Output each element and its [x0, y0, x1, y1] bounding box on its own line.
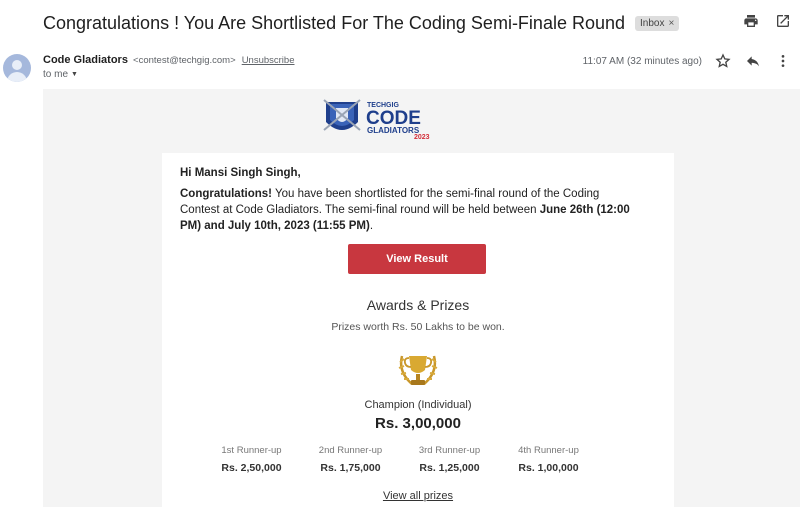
inbox-label-chip[interactable]: Inbox ×	[635, 15, 680, 31]
champion-amount: Rs. 3,00,000	[375, 415, 461, 432]
print-icon[interactable]	[742, 12, 760, 30]
recipient-text: to me	[43, 69, 69, 80]
champion-label: Champion (Individual)	[364, 399, 472, 411]
runner-up-amount: Rs. 1,00,000	[518, 462, 579, 474]
awards-title: Awards & Prizes	[366, 297, 470, 313]
subject-actions	[742, 12, 792, 30]
svg-text:2023: 2023	[414, 134, 430, 140]
runner-up-item: 3rd Runner-up Rs. 1,25,000	[400, 445, 499, 474]
code-gladiators-logo: TECHGIG CODE GLADIATORS 2023	[323, 99, 430, 140]
view-all-prizes-link[interactable]: View all prizes	[162, 490, 674, 502]
svg-text:GLADIATORS: GLADIATORS	[367, 126, 420, 135]
runners-up-list: 1st Runner-up Rs. 2,50,000 2nd Runner-up…	[202, 445, 622, 474]
trophy-icon	[398, 355, 438, 385]
runner-up-label: 2nd Runner-up	[318, 445, 383, 456]
unsubscribe-link[interactable]: Unsubscribe	[242, 55, 295, 66]
runner-up-item: 2nd Runner-up Rs. 1,75,000	[301, 445, 400, 474]
message-time: 11:07 AM (32 minutes ago)	[582, 55, 702, 67]
message-paragraph: Congratulations! You have been shortlist…	[180, 188, 630, 232]
view-result-button[interactable]: View Result	[348, 244, 486, 274]
subject-row: Congratulations ! You Are Shortlisted Fo…	[43, 10, 800, 36]
message-actions: 11:07 AM (32 minutes ago)	[583, 52, 792, 70]
greeting: Hi Mansi Singh Singh,	[180, 167, 301, 179]
inbox-label-text: Inbox	[640, 17, 665, 29]
recipient-line: to me ▼	[43, 69, 78, 80]
runner-up-label: 1st Runner-up	[221, 445, 282, 456]
sender-line: Code Gladiators <contest@techgig.com> Un…	[43, 54, 295, 66]
runner-up-item: 4th Runner-up Rs. 1,00,000	[499, 445, 598, 474]
email-subject: Congratulations ! You Are Shortlisted Fo…	[43, 12, 626, 33]
close-icon[interactable]: ×	[668, 18, 674, 29]
sender-name[interactable]: Code Gladiators	[43, 54, 128, 66]
reply-icon[interactable]	[744, 52, 762, 70]
email-card: Hi Mansi Singh Singh, Congratulations! Y…	[162, 153, 674, 507]
runner-up-amount: Rs. 2,50,000	[221, 462, 282, 474]
runner-up-label: 4th Runner-up	[518, 445, 579, 456]
chevron-down-icon[interactable]: ▼	[71, 71, 78, 78]
runner-up-amount: Rs. 1,25,000	[419, 462, 480, 474]
star-icon[interactable]	[714, 52, 732, 70]
runner-up-item: 1st Runner-up Rs. 2,50,000	[202, 445, 301, 474]
runner-up-amount: Rs. 1,75,000	[320, 462, 381, 474]
sender-email: <contest@techgig.com>	[133, 55, 236, 66]
open-in-new-icon[interactable]	[774, 12, 792, 30]
more-vert-icon[interactable]	[774, 52, 792, 70]
avatar-icon[interactable]	[3, 54, 31, 82]
awards-subtitle: Prizes worth Rs. 50 Lakhs to be won.	[331, 321, 505, 333]
runner-up-label: 3rd Runner-up	[418, 445, 481, 456]
